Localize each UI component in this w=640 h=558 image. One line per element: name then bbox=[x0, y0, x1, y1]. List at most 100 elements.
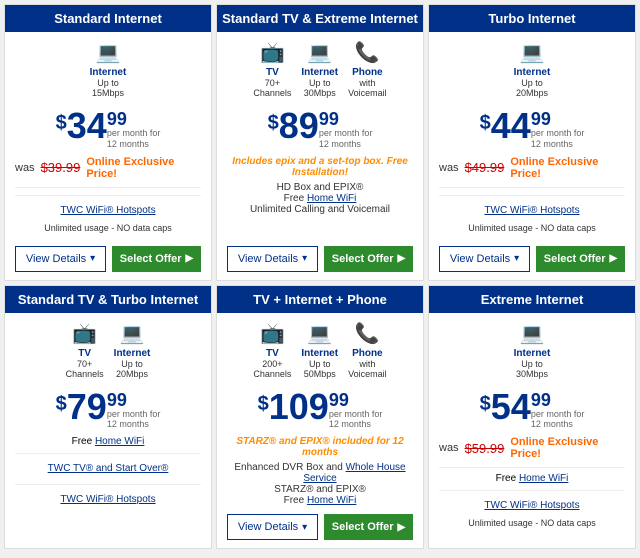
select-offer-label: Select Offer bbox=[120, 253, 182, 265]
service-sublabel: Up to30Mbps bbox=[304, 78, 336, 98]
feature-item: STARZ® and EPIX® bbox=[227, 484, 413, 495]
view-details-button[interactable]: View Details ▾ bbox=[227, 514, 318, 540]
chevron-down-icon: ▾ bbox=[302, 522, 307, 533]
feature-item: Free Home WiFi bbox=[227, 495, 413, 506]
wifi-hotspots-link[interactable]: TWC WiFi® Hotspots bbox=[484, 500, 579, 511]
service-sublabel: Up to15Mbps bbox=[92, 78, 124, 98]
was-label: was bbox=[439, 162, 459, 174]
was-price: $49.99 bbox=[465, 160, 505, 175]
card-body-turbo-internet: 💻InternetUp to20Mbps$4499per month for12… bbox=[429, 32, 635, 280]
service-sublabel: Up to50Mbps bbox=[304, 359, 336, 379]
service-sublabel: Up to20Mbps bbox=[516, 78, 548, 98]
view-details-label: View Details bbox=[238, 521, 298, 533]
feature-text: STARZ® and EPIX® bbox=[274, 484, 366, 495]
chevron-right-icon: ▶ bbox=[398, 522, 406, 533]
card-header-extreme-internet: Extreme Internet bbox=[429, 286, 635, 313]
service-sublabel: 70+Channels bbox=[66, 359, 104, 379]
select-offer-button[interactable]: Select Offer▶ bbox=[324, 246, 413, 272]
extra-link-section: TWC TV® and Start Over® bbox=[15, 453, 201, 476]
price-cents: 99 bbox=[329, 391, 383, 409]
free-label: Free bbox=[72, 436, 95, 447]
phone-icon: 📞 bbox=[355, 321, 380, 346]
service-icon-tv: 📺 TV70+Channels bbox=[66, 321, 104, 379]
internet-icon: 💻 bbox=[307, 40, 332, 65]
card-body-standard-internet: 💻InternetUp to15Mbps $3499per month for12… bbox=[5, 32, 211, 280]
button-row: View Details▾Select Offer▶ bbox=[15, 240, 201, 272]
service-icon-internet: 💻InternetUp to20Mbps bbox=[514, 40, 551, 98]
wifi-section: TWC WiFi® HotspotsUnlimited usage - NO d… bbox=[15, 195, 201, 236]
service-label: Phone bbox=[352, 348, 383, 359]
price-whole: 54 bbox=[491, 389, 531, 425]
select-offer-button[interactable]: Select Offer▶ bbox=[324, 514, 413, 540]
card-body-tv-internet-phone: 📺 TV200+Channels 💻InternetUp to50Mbps 📞 Phon… bbox=[217, 313, 423, 549]
service-icon-phone: 📞PhonewithVoicemail bbox=[348, 321, 387, 379]
price-cents: 99 bbox=[107, 110, 161, 128]
price-cents-block: 99per month for12 months bbox=[107, 110, 161, 150]
service-label: Internet bbox=[301, 67, 338, 78]
price-row: $5499per month for12 months bbox=[439, 389, 625, 431]
service-label: Internet bbox=[514, 348, 551, 359]
price-cents: 99 bbox=[107, 391, 161, 409]
feature-item: Unlimited Calling and Voicemail bbox=[227, 204, 413, 215]
service-icon-tv: 📺 TV200+Channels bbox=[253, 321, 291, 379]
service-icons-row: 💻InternetUp to15Mbps bbox=[15, 40, 201, 98]
chevron-right-icon: ▶ bbox=[398, 253, 406, 264]
chevron-down-icon: ▾ bbox=[514, 253, 519, 264]
service-label: TV bbox=[78, 348, 91, 359]
internet-icon: 💻 bbox=[96, 40, 121, 65]
button-row: View Details▾Select Offer▶ bbox=[439, 240, 625, 272]
feature-item: HD Box and EPIX® bbox=[227, 182, 413, 193]
features-list: Enhanced DVR Box and Whole House Service… bbox=[227, 462, 413, 506]
button-row: View Details▾Select Offer▶ bbox=[227, 240, 413, 272]
feature-item: Enhanced DVR Box and Whole House Service bbox=[227, 462, 413, 484]
extra-link[interactable]: TWC TV® and Start Over® bbox=[48, 463, 169, 474]
tv-icon: 📺 bbox=[260, 40, 285, 65]
service-sublabel: 70+Channels bbox=[253, 78, 291, 98]
price-whole: 34 bbox=[67, 108, 107, 144]
price-cents-block: 99per month for12 months bbox=[531, 110, 585, 150]
was-price: $59.99 bbox=[465, 441, 505, 456]
price-dollar-sign: $ bbox=[480, 393, 491, 416]
was-row: was $49.99 Online Exclusive Price! bbox=[439, 156, 625, 180]
service-sublabel: 200+Channels bbox=[253, 359, 291, 379]
price-cents-block: 99per month for12 months bbox=[107, 391, 161, 431]
free-home-wifi: Free Home WiFi bbox=[439, 473, 625, 484]
wifi-hotspots-link[interactable]: TWC WiFi® Hotspots bbox=[484, 205, 579, 216]
wifi-hotspots-link[interactable]: TWC WiFi® Hotspots bbox=[60, 205, 155, 216]
feature-link[interactable]: Home WiFi bbox=[307, 495, 356, 506]
price-cents-block: 99per month for12 months bbox=[329, 391, 383, 431]
price-sub-text: per month for12 months bbox=[107, 409, 161, 431]
view-details-button[interactable]: View Details▾ bbox=[227, 246, 318, 272]
home-wifi-link[interactable]: Home WiFi bbox=[95, 436, 144, 447]
card-turbo-internet: Turbo Internet💻InternetUp to20Mbps$4499p… bbox=[428, 4, 636, 281]
extra-link[interactable]: TWC WiFi® Hotspots bbox=[60, 494, 155, 505]
card-body-extreme-internet: 💻InternetUp to30Mbps $5499per month for12… bbox=[429, 313, 635, 549]
service-icon-phone: 📞PhonewithVoicemail bbox=[348, 40, 387, 98]
promo-text: Includes epix and a set-top box. Free In… bbox=[227, 156, 413, 178]
tv-icon: 📺 bbox=[260, 321, 285, 346]
phone-icon: 📞 bbox=[355, 40, 380, 65]
view-details-button[interactable]: View Details▾ bbox=[15, 246, 106, 272]
price-row: $3499per month for12 months bbox=[15, 108, 201, 150]
service-sublabel: Up to30Mbps bbox=[516, 359, 548, 379]
select-offer-button[interactable]: Select Offer▶ bbox=[536, 246, 625, 272]
tv-icon: 📺 bbox=[72, 321, 97, 346]
features-list: HD Box and EPIX®Free Home WiFiUnlimited … bbox=[227, 182, 413, 215]
feature-link[interactable]: Home WiFi bbox=[307, 193, 356, 204]
price-sub-text: per month for12 months bbox=[531, 128, 585, 150]
exclusive-label: Online Exclusive Price! bbox=[86, 156, 201, 180]
service-label: TV bbox=[266, 348, 279, 359]
free-label: Free bbox=[496, 473, 519, 484]
view-details-button[interactable]: View Details▾ bbox=[439, 246, 530, 272]
service-label: Internet bbox=[114, 348, 151, 359]
select-offer-button[interactable]: Select Offer▶ bbox=[112, 246, 201, 272]
service-label: Internet bbox=[514, 67, 551, 78]
exclusive-label: Online Exclusive Price! bbox=[510, 156, 625, 180]
service-icon-internet: 💻InternetUp to50Mbps bbox=[301, 321, 338, 379]
extra-link-section: TWC WiFi® Hotspots bbox=[15, 484, 201, 507]
service-icons-row: 💻InternetUp to30Mbps bbox=[439, 321, 625, 379]
price-whole: 89 bbox=[279, 108, 319, 144]
card-header-turbo-internet: Turbo Internet bbox=[429, 5, 635, 32]
home-wifi-link[interactable]: Home WiFi bbox=[519, 473, 568, 484]
card-header-standard-tv-turbo-internet: Standard TV & Turbo Internet bbox=[5, 286, 211, 313]
